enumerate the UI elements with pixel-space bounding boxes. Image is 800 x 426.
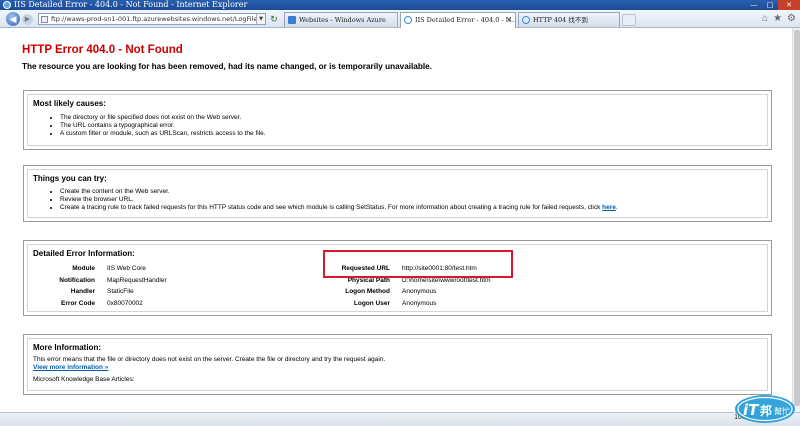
field-label: Handler [70,288,95,296]
window-title: IIS Detailed Error - 404.0 - Not Found -… [14,0,248,9]
back-button[interactable]: ◀ [6,12,20,26]
list-item: Review the browser URL. [60,196,618,204]
minimize-button[interactable]: — [746,0,762,10]
details-title: Detailed Error Information: [33,249,135,258]
causes-title: Most likely causes: [33,99,106,108]
list-item: The directory or file specified does not… [60,114,266,122]
logo-text-help: 幫忙 [774,406,790,416]
here-link[interactable]: here [602,204,616,211]
list-item: A custom filter or module, such as URLSc… [60,130,266,138]
window-controls: — □ ✕ [746,0,800,10]
details-table-left: Module IIS Web Core Notification MapReques… [54,263,167,310]
address-bar[interactable]: ftp://waws-prod-sn1-001.ftp.azurewebsite… [38,13,266,25]
page-content: HTTP Error 404.0 - Not Found The resourc… [0,28,792,412]
field-label: Error Code [61,299,95,307]
period-text: . [615,204,618,211]
page-title: HTTP Error 404.0 - Not Found [22,44,183,56]
tab-iis-error[interactable]: IIS Detailed Error - 404.0 - N... ✕ [400,12,516,28]
field-value: Anonymous [402,299,437,307]
close-button[interactable]: ✕ [778,0,800,10]
list-item: Create a tracing rule to track failed re… [60,204,618,212]
list-item: The URL contains a typographical error. [60,122,266,130]
favorites-icon[interactable]: ★ [773,12,782,26]
new-tab-button[interactable] [622,14,636,26]
scrollbar-thumb[interactable] [794,30,800,406]
field-label: Module [72,265,95,273]
address-text: ftp://waws-prod-sn1-001.ftp.azurewebsite… [51,15,266,23]
table-row: Module IIS Web Core [54,263,167,275]
address-dropdown-icon[interactable]: ▼ [256,14,265,24]
tracing-text: Create a tracing rule to track failed re… [60,204,603,211]
table-row: Handler StaticFile [54,286,167,298]
more-info-text: This error means that the file or direct… [33,356,386,363]
table-row: Logon User Anonymous [324,298,491,310]
home-icon[interactable]: ⌂ [762,12,768,26]
highlight-box [323,250,513,278]
field-label: Logon User [353,299,390,307]
field-label: Notification [59,276,95,284]
field-value: MapRequestHandler [107,276,167,284]
browser-toolbar: ◀ ▶ ftp://waws-prod-sn1-001.ftp.azureweb… [0,10,800,28]
more-info-section: More Information: This error means that … [23,334,772,395]
ie-icon [3,1,11,9]
more-info-title: More Information: [33,343,101,352]
tab-label: Websites - Windows Azure [299,16,386,24]
forward-button[interactable]: ▶ [22,14,33,25]
field-value: Anonymous [402,288,437,296]
tab-label: IIS Detailed Error - 404.0 - N... [415,16,516,24]
maximize-button[interactable]: □ [762,0,778,10]
tab-close-icon[interactable]: ✕ [506,13,512,27]
field-label: Logon Method [345,288,390,296]
ie-icon [522,16,530,24]
field-value: IIS Web Core [107,265,146,273]
list-item: Create the content on the Web server. [60,188,618,196]
logo-text-it: iT [743,401,760,419]
page-icon [41,16,48,23]
field-value: StaticFile [107,288,134,296]
causes-section: Most likely causes: The directory or fil… [23,90,772,150]
try-section: Things you can try: Create the content o… [23,165,772,222]
window-title-bar: IIS Detailed Error - 404.0 - Not Found -… [0,0,800,10]
tab-websites-azure[interactable]: Websites - Windows Azure [284,12,398,27]
refresh-button[interactable]: ↻ [268,13,280,25]
field-value: 0x80070002 [107,299,143,307]
causes-list: The directory or file specified does not… [60,114,266,138]
status-bar: 100% [0,412,800,426]
page-subtitle: The resource you are looking for has bee… [22,62,432,71]
try-list: Create the content on the Web server. Re… [60,188,618,212]
ie-icon [404,16,412,24]
vertical-scrollbar[interactable] [792,28,800,412]
tab-http-404[interactable]: HTTP 404 找不到 [518,12,620,27]
gear-icon[interactable]: ⚙ [787,12,796,26]
kb-articles-label: Microsoft Knowledge Base Articles: [33,376,135,383]
ithome-watermark-logo: iT 邦 幫忙 [735,395,795,423]
tab-label: HTTP 404 找不到 [533,16,588,24]
logo-text-bang: 邦 [760,403,772,418]
table-row: Notification MapRequestHandler [54,275,167,287]
try-title: Things you can try: [33,174,107,183]
table-row: Error Code 0x80070002 [54,298,167,310]
toolbar-icons: ⌂ ★ ⚙ [762,12,796,26]
table-row: Logon Method Anonymous [324,286,491,298]
view-more-link[interactable]: View more information » [33,364,108,371]
azure-icon [288,16,296,24]
